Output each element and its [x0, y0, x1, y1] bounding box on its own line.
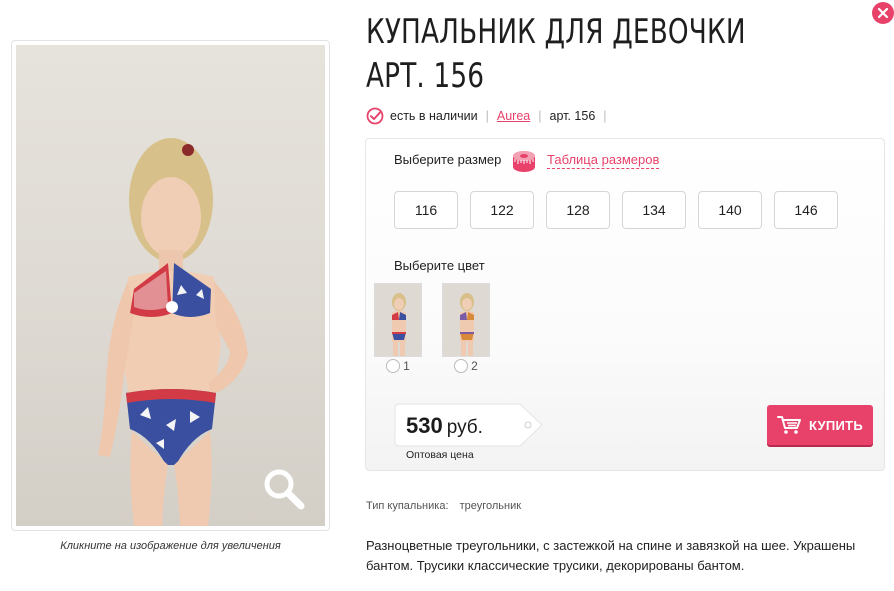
- close-icon: [877, 7, 889, 19]
- color-radio-2[interactable]: [454, 359, 469, 373]
- color-options: 1 2: [374, 283, 490, 373]
- color-radio-1[interactable]: [386, 359, 401, 373]
- color-label: Выберите цвет: [394, 258, 485, 273]
- measuring-tape-icon[interactable]: [512, 148, 538, 172]
- size-option-128[interactable]: 128: [546, 191, 610, 229]
- size-option-116[interactable]: 116: [394, 191, 458, 229]
- price-value: 530 руб.: [406, 413, 483, 439]
- color-option: 1: [374, 283, 422, 373]
- swimsuit-type-spec: Тип купальника: треугольник: [366, 500, 521, 512]
- zoom-icon[interactable]: [261, 466, 307, 512]
- size-option-122[interactable]: 122: [470, 191, 534, 229]
- spec-value: треугольник: [459, 500, 522, 512]
- price-note: Оптовая цена: [406, 449, 474, 461]
- image-caption: Кликните на изображение для увеличения: [60, 540, 281, 552]
- product-meta: есть в наличии | Aurea | арт. 156 |: [366, 107, 615, 125]
- color-option: 2: [442, 283, 490, 373]
- product-image-frame: [11, 40, 330, 531]
- brand-link[interactable]: Aurea: [497, 109, 530, 123]
- price-tag: 530 руб.: [394, 403, 544, 447]
- color-radio-row: 2: [454, 359, 478, 373]
- check-circle-icon: [366, 107, 384, 125]
- product-description: Разноцветные треугольники, с застежкой н…: [366, 538, 856, 573]
- purchase-options-panel: Выберите размер Таблица размеров 116 122…: [365, 138, 885, 471]
- color-radio-row: 1: [386, 359, 410, 373]
- product-image[interactable]: [16, 45, 325, 526]
- size-label: Выберите размер: [394, 152, 502, 167]
- size-option-134[interactable]: 134: [622, 191, 686, 229]
- cart-icon: [776, 416, 801, 434]
- color-swatch-1[interactable]: [374, 283, 422, 357]
- size-table-link[interactable]: Таблица размеров: [547, 152, 660, 169]
- meta-divider: |: [485, 109, 489, 123]
- color-option-label: 2: [471, 359, 478, 373]
- availability-status: есть в наличии: [390, 109, 478, 123]
- buy-button[interactable]: КУПИТЬ: [767, 405, 873, 445]
- size-option-146[interactable]: 146: [774, 191, 838, 229]
- product-title: КУПАЛЬНИК ДЛЯ ДЕВОЧКИ АРТ. 156: [366, 12, 746, 96]
- meta-divider: |: [603, 109, 607, 123]
- color-swatch-thumbnail: [460, 293, 474, 356]
- color-swatch-2[interactable]: [442, 283, 490, 357]
- product-photo-illustration: [98, 138, 248, 526]
- close-button[interactable]: [872, 2, 894, 24]
- size-options: 116 122 128 134 140 146: [394, 191, 838, 229]
- color-swatch-thumbnail: [392, 293, 406, 356]
- meta-divider: |: [538, 109, 542, 123]
- article-number: арт. 156: [549, 109, 596, 123]
- price-currency: руб.: [446, 417, 483, 438]
- spec-label: Тип купальника:: [366, 500, 449, 512]
- size-option-140[interactable]: 140: [698, 191, 762, 229]
- buy-button-label: КУПИТЬ: [808, 417, 864, 433]
- price-amount: 530: [406, 413, 443, 438]
- color-option-label: 1: [403, 359, 410, 373]
